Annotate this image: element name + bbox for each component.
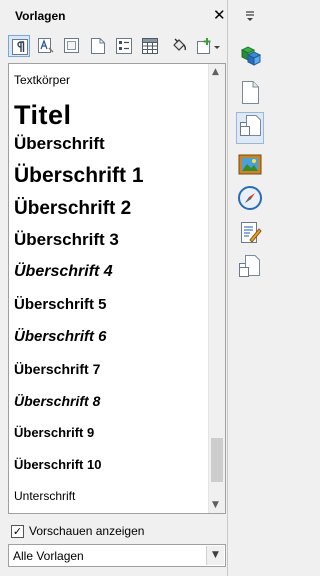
preview-checkbox[interactable]: ✓ [11, 525, 24, 538]
scroll-down-icon[interactable]: ▼ [212, 500, 219, 510]
list-icon [116, 38, 132, 54]
styles-list-scrollbar[interactable]: ▲ ▼ [208, 64, 225, 513]
paragraph-styles-button[interactable] [8, 35, 30, 57]
styles-icon [240, 115, 261, 136]
sidebar-gallery-button[interactable] [236, 151, 264, 179]
page-icon [242, 81, 259, 104]
sidebar-navigator-button[interactable] [236, 184, 264, 212]
sidebar-menu-icon [246, 11, 254, 21]
table-icon [142, 38, 158, 54]
style-item-ueberschrift-7[interactable]: Überschrift 7 [14, 361, 100, 377]
frame-icon [64, 38, 79, 53]
page-styles-button[interactable] [87, 35, 109, 57]
sidebar-manage-changes-button[interactable] [236, 219, 264, 247]
scroll-up-icon[interactable]: ▲ [212, 67, 219, 77]
character-icon [38, 38, 54, 53]
new-style-button[interactable] [192, 35, 222, 57]
sidebar-design-button[interactable] [236, 252, 264, 280]
style-item-ueberschrift-2[interactable]: Überschrift 2 [14, 198, 131, 220]
style-filter-select[interactable]: Alle Vorlagen ▼ [8, 544, 226, 567]
frame-styles-button[interactable] [61, 35, 83, 57]
style-item-ueberschrift-10[interactable]: Überschrift 10 [14, 457, 101, 472]
chevron-down-icon[interactable]: ▼ [206, 546, 224, 565]
scrollbar-thumb[interactable] [211, 438, 223, 482]
design-icon [239, 255, 260, 277]
panel-title-bar: Vorlagen ✕ [0, 0, 228, 30]
close-icon[interactable]: ✕ [213, 7, 226, 23]
manage-changes-icon [241, 222, 262, 243]
fill-format-mode-button[interactable] [168, 35, 190, 57]
properties-icon [240, 46, 262, 66]
style-item-ueberschrift-1[interactable]: Überschrift 1 [14, 164, 144, 188]
sidebar-page-button[interactable] [236, 78, 264, 106]
style-item-ueberschrift-4[interactable]: Überschrift 4 [14, 263, 113, 281]
paint-bucket-icon [173, 38, 187, 51]
styles-list[interactable]: Textkörper Titel Überschrift Überschrift… [8, 63, 226, 514]
sidebar-tabbar [229, 0, 270, 576]
style-item-ueberschrift-5[interactable]: Überschrift 5 [14, 296, 107, 313]
style-item-ueberschrift-9[interactable]: Überschrift 9 [14, 425, 94, 440]
gallery-icon [238, 154, 262, 175]
style-filter-value: Alle Vorlagen [13, 549, 84, 563]
navigator-icon [238, 186, 262, 210]
new-style-icon [197, 38, 220, 54]
style-item-ueberschrift[interactable]: Überschrift [14, 134, 105, 154]
list-styles-button[interactable] [113, 35, 135, 57]
page-icon [91, 38, 105, 54]
style-item-ueberschrift-6[interactable]: Überschrift 6 [14, 328, 107, 345]
style-item-ueberschrift-3[interactable]: Überschrift 3 [14, 230, 119, 250]
styles-panel: Vorlagen ✕ Textkörper Titel Überschrift … [0, 0, 228, 576]
panel-title: Vorlagen [15, 9, 66, 23]
table-styles-button[interactable] [139, 35, 161, 57]
sidebar-styles-button[interactable] [236, 112, 264, 144]
paragraph-icon [12, 39, 28, 55]
style-item-titel[interactable]: Titel [14, 100, 72, 131]
sidebar-menu-button[interactable] [236, 6, 264, 26]
styles-toolbar [8, 33, 228, 61]
preview-label[interactable]: Vorschauen anzeigen [29, 524, 144, 538]
style-item-unterschrift[interactable]: Unterschrift [14, 489, 75, 503]
style-item-ueberschrift-8[interactable]: Überschrift 8 [14, 393, 100, 409]
sidebar-properties-button[interactable] [236, 42, 264, 70]
style-item-textkoerper[interactable]: Textkörper [14, 73, 70, 87]
character-styles-button[interactable] [35, 35, 57, 57]
